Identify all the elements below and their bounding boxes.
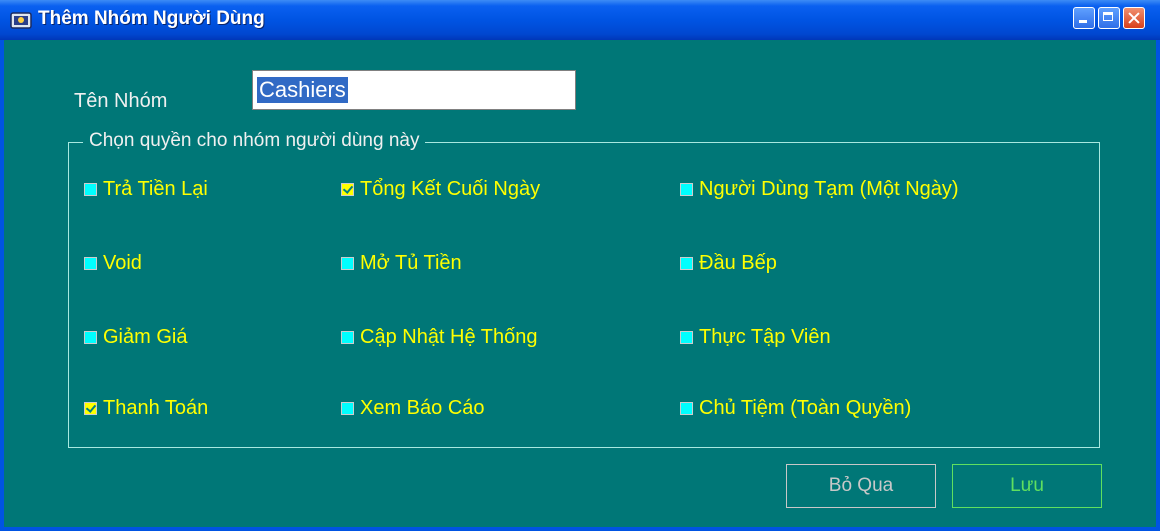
checkbox[interactable] — [680, 257, 693, 270]
checkbox[interactable] — [341, 257, 354, 270]
permission-cap-nhat-he-thong[interactable]: Cập Nhật Hệ Thống — [341, 326, 538, 349]
minimize-icon[interactable] — [1073, 7, 1095, 29]
save-button[interactable]: Lưu — [952, 464, 1102, 508]
permission-label: Người Dùng Tạm (Một Ngày) — [699, 178, 959, 200]
permissions-legend: Chọn quyền cho nhóm người dùng này — [83, 130, 426, 152]
permission-tra-tien-lai[interactable]: Trả Tiền Lại — [84, 178, 208, 201]
maximize-icon[interactable] — [1098, 7, 1120, 29]
checkbox[interactable] — [341, 331, 354, 344]
group-name-label: Tên Nhóm — [74, 90, 168, 112]
checkbox[interactable] — [341, 183, 354, 196]
permission-thuc-tap-vien[interactable]: Thực Tập Viên — [680, 326, 831, 349]
checkbox[interactable] — [680, 183, 693, 196]
permission-label: Trả Tiền Lại — [103, 178, 208, 200]
close-icon[interactable] — [1123, 7, 1145, 29]
permission-label: Thực Tập Viên — [699, 326, 831, 348]
checkbox[interactable] — [341, 402, 354, 415]
permission-label: Mở Tủ Tiền — [360, 252, 462, 274]
permission-label: Thanh Toán — [103, 397, 209, 419]
checkbox[interactable] — [84, 402, 97, 415]
permission-label: Xem Báo Cáo — [360, 397, 485, 419]
permission-label: Đầu Bếp — [699, 252, 777, 274]
checkbox[interactable] — [84, 331, 97, 344]
permission-dau-bep[interactable]: Đầu Bếp — [680, 252, 777, 275]
dialog-body: Tên Nhóm Cashiers Chọn quyền cho nhóm ng… — [4, 40, 1156, 527]
checkbox[interactable] — [680, 331, 693, 344]
group-name-input[interactable]: Cashiers — [252, 70, 576, 110]
permission-label: Giảm Giá — [103, 326, 188, 348]
dialog-window: Thêm Nhóm Người Dùng Tên Nhóm Cashiers C… — [0, 0, 1160, 531]
permission-tong-ket-cuoi-ngay[interactable]: Tổng Kết Cuối Ngày — [341, 178, 540, 201]
permission-label: Void — [103, 252, 142, 274]
permission-giam-gia[interactable]: Giảm Giá — [84, 326, 187, 349]
permission-label: Cập Nhật Hệ Thống — [360, 326, 538, 348]
app-icon — [10, 12, 32, 29]
permission-void[interactable]: Void — [84, 252, 142, 275]
title-bar[interactable]: Thêm Nhóm Người Dùng — [0, 0, 1160, 40]
permission-thanh-toan[interactable]: Thanh Toán — [84, 397, 208, 420]
permission-label: Tổng Kết Cuối Ngày — [360, 178, 541, 200]
window-title: Thêm Nhóm Người Dùng — [38, 8, 265, 29]
permission-mo-tu-tien[interactable]: Mở Tủ Tiền — [341, 252, 462, 275]
checkbox[interactable] — [84, 257, 97, 270]
checkbox[interactable] — [680, 402, 693, 415]
cancel-button[interactable]: Bỏ Qua — [786, 464, 936, 508]
permission-chu-tiem[interactable]: Chủ Tiệm (Toàn Quyền) — [680, 397, 911, 420]
permission-label: Chủ Tiệm (Toàn Quyền) — [699, 397, 912, 419]
permission-xem-bao-cao[interactable]: Xem Báo Cáo — [341, 397, 485, 420]
group-name-value: Cashiers — [257, 77, 348, 103]
permission-nguoi-dung-tam[interactable]: Người Dùng Tạm (Một Ngày) — [680, 178, 959, 201]
checkbox[interactable] — [84, 183, 97, 196]
